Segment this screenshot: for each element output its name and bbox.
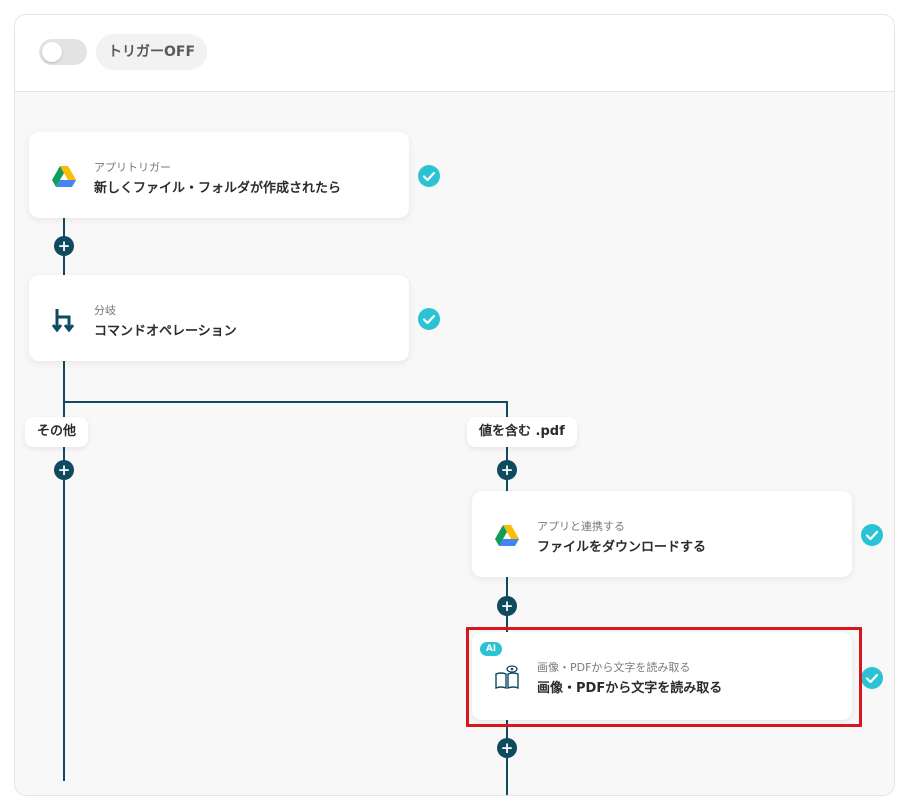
google-drive-icon — [494, 523, 520, 549]
completed-check-icon — [861, 667, 883, 689]
step-title: 新しくファイル・フォルダが作成されたら — [94, 181, 342, 196]
flow-header: トリガーOFF — [15, 15, 894, 92]
completed-check-icon — [861, 524, 883, 546]
trigger-toggle[interactable] — [39, 39, 87, 65]
branch-label-other[interactable]: その他 — [25, 417, 89, 447]
add-step-button[interactable]: + — [497, 460, 517, 480]
add-step-button[interactable]: + — [497, 596, 517, 616]
branch-icon — [51, 307, 77, 333]
trigger-status-label: トリガーOFF — [96, 34, 208, 70]
step-card-trigger[interactable]: アプリトリガー 新しくファイル・フォルダが作成されたら — [29, 132, 409, 218]
toggle-knob — [42, 42, 62, 62]
step-subtitle: 分岐 — [94, 304, 116, 317]
step-card-download[interactable]: アプリと連携する ファイルをダウンロードする — [472, 491, 852, 577]
connector-line — [63, 401, 508, 403]
highlight-box — [466, 627, 862, 727]
add-step-button[interactable]: + — [54, 236, 74, 256]
step-subtitle: アプリトリガー — [94, 161, 171, 174]
add-step-button[interactable]: + — [497, 738, 517, 758]
google-drive-icon — [51, 164, 77, 190]
branch-label-pdf[interactable]: 値を含む .pdf — [467, 417, 577, 447]
step-title: ファイルをダウンロードする — [537, 540, 707, 555]
completed-check-icon — [418, 308, 440, 330]
step-card-branch[interactable]: 分岐 コマンドオペレーション — [29, 275, 409, 361]
add-step-button[interactable]: + — [54, 460, 74, 480]
step-title: コマンドオペレーション — [94, 324, 237, 339]
completed-check-icon — [418, 165, 440, 187]
step-subtitle: アプリと連携する — [537, 520, 625, 533]
